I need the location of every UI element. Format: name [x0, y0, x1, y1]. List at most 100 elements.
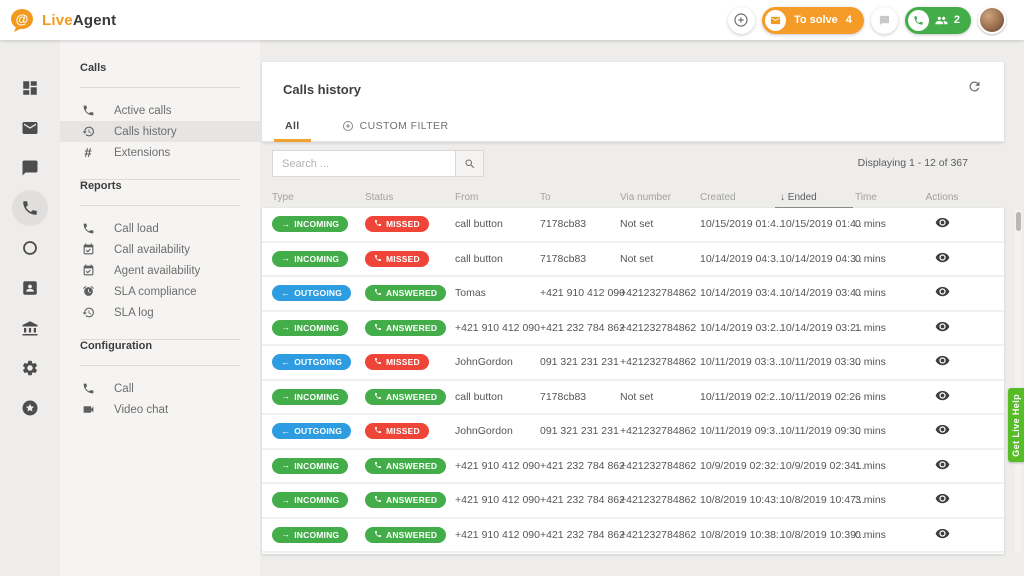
- sidebar-item-call-load[interactable]: Call load: [60, 218, 260, 239]
- sidebar-item-call[interactable]: Call: [60, 378, 260, 399]
- cell-ended: 10/15/2019 01:4..: [780, 218, 862, 231]
- rail-item-calls[interactable]: [0, 188, 60, 228]
- type-badge: ← OUTGOING: [272, 423, 352, 440]
- gear-icon: [22, 360, 38, 376]
- eye-icon: [935, 459, 949, 469]
- phone-small-icon: [375, 427, 381, 434]
- sidebar-item-call-availability[interactable]: Call availability: [60, 239, 260, 260]
- column-header-time[interactable]: Time: [855, 192, 922, 203]
- alarm-icon: [82, 285, 94, 296]
- plus-circle-icon: [342, 121, 353, 131]
- phone-small-icon: [375, 254, 381, 261]
- phone-small-icon: [375, 530, 381, 537]
- to-solve-button[interactable]: To solve 4: [761, 6, 864, 34]
- table-row[interactable]: → INCOMING ANSWERED call button 7178cb83 …: [262, 381, 1004, 415]
- rail-item-tickets[interactable]: [0, 108, 60, 148]
- status-badge: ANSWERED: [365, 492, 447, 509]
- table-row[interactable]: → INCOMING ANSWERED +421 910 412 090 +421…: [262, 450, 1004, 484]
- rail-item-academy[interactable]: [0, 308, 60, 348]
- status-badge: ANSWERED: [365, 388, 447, 405]
- rail-item-online-visitors[interactable]: [0, 228, 60, 268]
- column-header-via-number[interactable]: Via number: [620, 192, 700, 203]
- refresh-button[interactable]: [967, 79, 982, 97]
- column-header-status[interactable]: Status: [365, 192, 455, 203]
- cell-to: 091 321 231 231: [540, 425, 619, 438]
- phone-small-icon: [375, 392, 381, 399]
- cell-time: 1 mins: [855, 321, 886, 334]
- search-input[interactable]: [272, 150, 456, 177]
- rail-item-dashboard[interactable]: [0, 68, 60, 108]
- column-header-created[interactable]: Created: [700, 192, 780, 203]
- column-header-ended[interactable]: ↓ Ended: [775, 192, 855, 210]
- search-button[interactable]: [456, 150, 484, 177]
- cell-from: +421 910 412 090: [455, 459, 540, 472]
- liveagent-logo[interactable]: @ LiveAgent: [10, 8, 116, 32]
- sidebar-item-calls-history[interactable]: Calls history: [60, 121, 260, 142]
- table-row[interactable]: → INCOMING ANSWERED +421 910 412 090 +421…: [262, 484, 1004, 519]
- view-call-button[interactable]: [935, 250, 950, 265]
- sidebar-item-sla-compliance[interactable]: SLA compliance: [60, 281, 260, 302]
- videocam-icon: [83, 406, 93, 413]
- sidebar-section: Calls Active calls Calls history # Exten…: [60, 62, 260, 179]
- available-agents-button[interactable]: 2: [904, 6, 971, 34]
- cell-to: +421 232 784 862: [540, 321, 625, 334]
- table-scrollbar[interactable]: [1015, 210, 1022, 552]
- tab-all[interactable]: All: [264, 111, 321, 142]
- view-call-button[interactable]: [935, 491, 950, 506]
- rail-item-chats[interactable]: [0, 148, 60, 188]
- column-header-to[interactable]: To: [540, 192, 620, 203]
- chats-indicator-button[interactable]: [870, 6, 898, 34]
- eye-icon: [935, 425, 949, 435]
- user-avatar[interactable]: [978, 6, 1006, 34]
- view-call-button[interactable]: [935, 526, 950, 541]
- cell-via-number: Not set: [620, 218, 654, 231]
- phone-icon: [374, 426, 382, 436]
- eye-icon: [935, 287, 949, 297]
- table-row[interactable]: ← OUTGOING MISSED JohnGordon 091 321 231 …: [262, 415, 1004, 450]
- view-call-button[interactable]: [935, 422, 950, 437]
- view-call-button[interactable]: [935, 319, 950, 334]
- table-header-row: Type Status From To Via number Created ↓ Ended…: [262, 186, 1004, 210]
- liveagent-logo-icon: @: [10, 8, 36, 32]
- cell-from: +421 910 412 090: [455, 494, 540, 507]
- create-new-button[interactable]: [727, 6, 755, 34]
- sidebar-item-active-calls[interactable]: Active calls: [60, 100, 260, 121]
- cell-via-number: +421232784862: [620, 356, 697, 369]
- phone-icon: [83, 383, 93, 394]
- icon-rail: [0, 40, 60, 576]
- table-row[interactable]: → INCOMING ANSWERED +421 910 412 090 +421…: [262, 312, 1004, 346]
- phone-icon: [374, 392, 382, 402]
- view-call-button[interactable]: [935, 215, 950, 230]
- column-header-actions[interactable]: Actions: [922, 192, 962, 203]
- cell-via-number: +421232784862: [620, 494, 697, 507]
- sidebar-item-sla-log[interactable]: SLA log: [60, 302, 260, 323]
- table-row[interactable]: → INCOMING MISSED call button 7178cb83 No…: [262, 243, 1004, 277]
- get-live-help-button[interactable]: Get Live Help: [1008, 388, 1024, 462]
- column-header-from[interactable]: From: [455, 192, 540, 203]
- status-badge: MISSED: [365, 250, 429, 267]
- table-row[interactable]: → INCOMING ANSWERED +421 910 412 090 +421…: [262, 519, 1004, 553]
- scrollbar-thumb[interactable]: [1016, 212, 1021, 231]
- cell-via-number: +421232784862: [620, 321, 697, 334]
- rail-item-settings[interactable]: [0, 348, 60, 388]
- status-badge: ANSWERED: [365, 285, 447, 302]
- sidebar-item-agent-availability[interactable]: Agent availability: [60, 260, 260, 281]
- rail-item-addons[interactable]: [0, 388, 60, 428]
- cell-via-number: +421232784862: [620, 459, 697, 472]
- sidebar-item-extensions[interactable]: # Extensions: [60, 142, 260, 163]
- view-call-button[interactable]: [935, 457, 950, 472]
- view-call-button[interactable]: [935, 284, 950, 299]
- tab-custom-filter[interactable]: CUSTOM FILTER: [321, 111, 470, 141]
- view-call-button[interactable]: [935, 353, 950, 368]
- sidebar-item-video-chat[interactable]: Video chat: [60, 399, 260, 420]
- type-badge: → INCOMING: [272, 492, 349, 509]
- type-badge: → INCOMING: [272, 457, 349, 474]
- view-call-button[interactable]: [935, 388, 950, 403]
- table-row[interactable]: ← OUTGOING ANSWERED Tomas +421 910 412 09…: [262, 277, 1004, 312]
- rail-item-contacts[interactable]: [0, 268, 60, 308]
- type-badge: → INCOMING: [272, 388, 349, 405]
- column-header-type[interactable]: Type: [272, 192, 365, 203]
- table-row[interactable]: ← OUTGOING MISSED JohnGordon 091 321 231 …: [262, 346, 1004, 381]
- star-circle-icon: [22, 400, 38, 416]
- table-row[interactable]: → INCOMING MISSED call button 7178cb83 No…: [262, 208, 1004, 243]
